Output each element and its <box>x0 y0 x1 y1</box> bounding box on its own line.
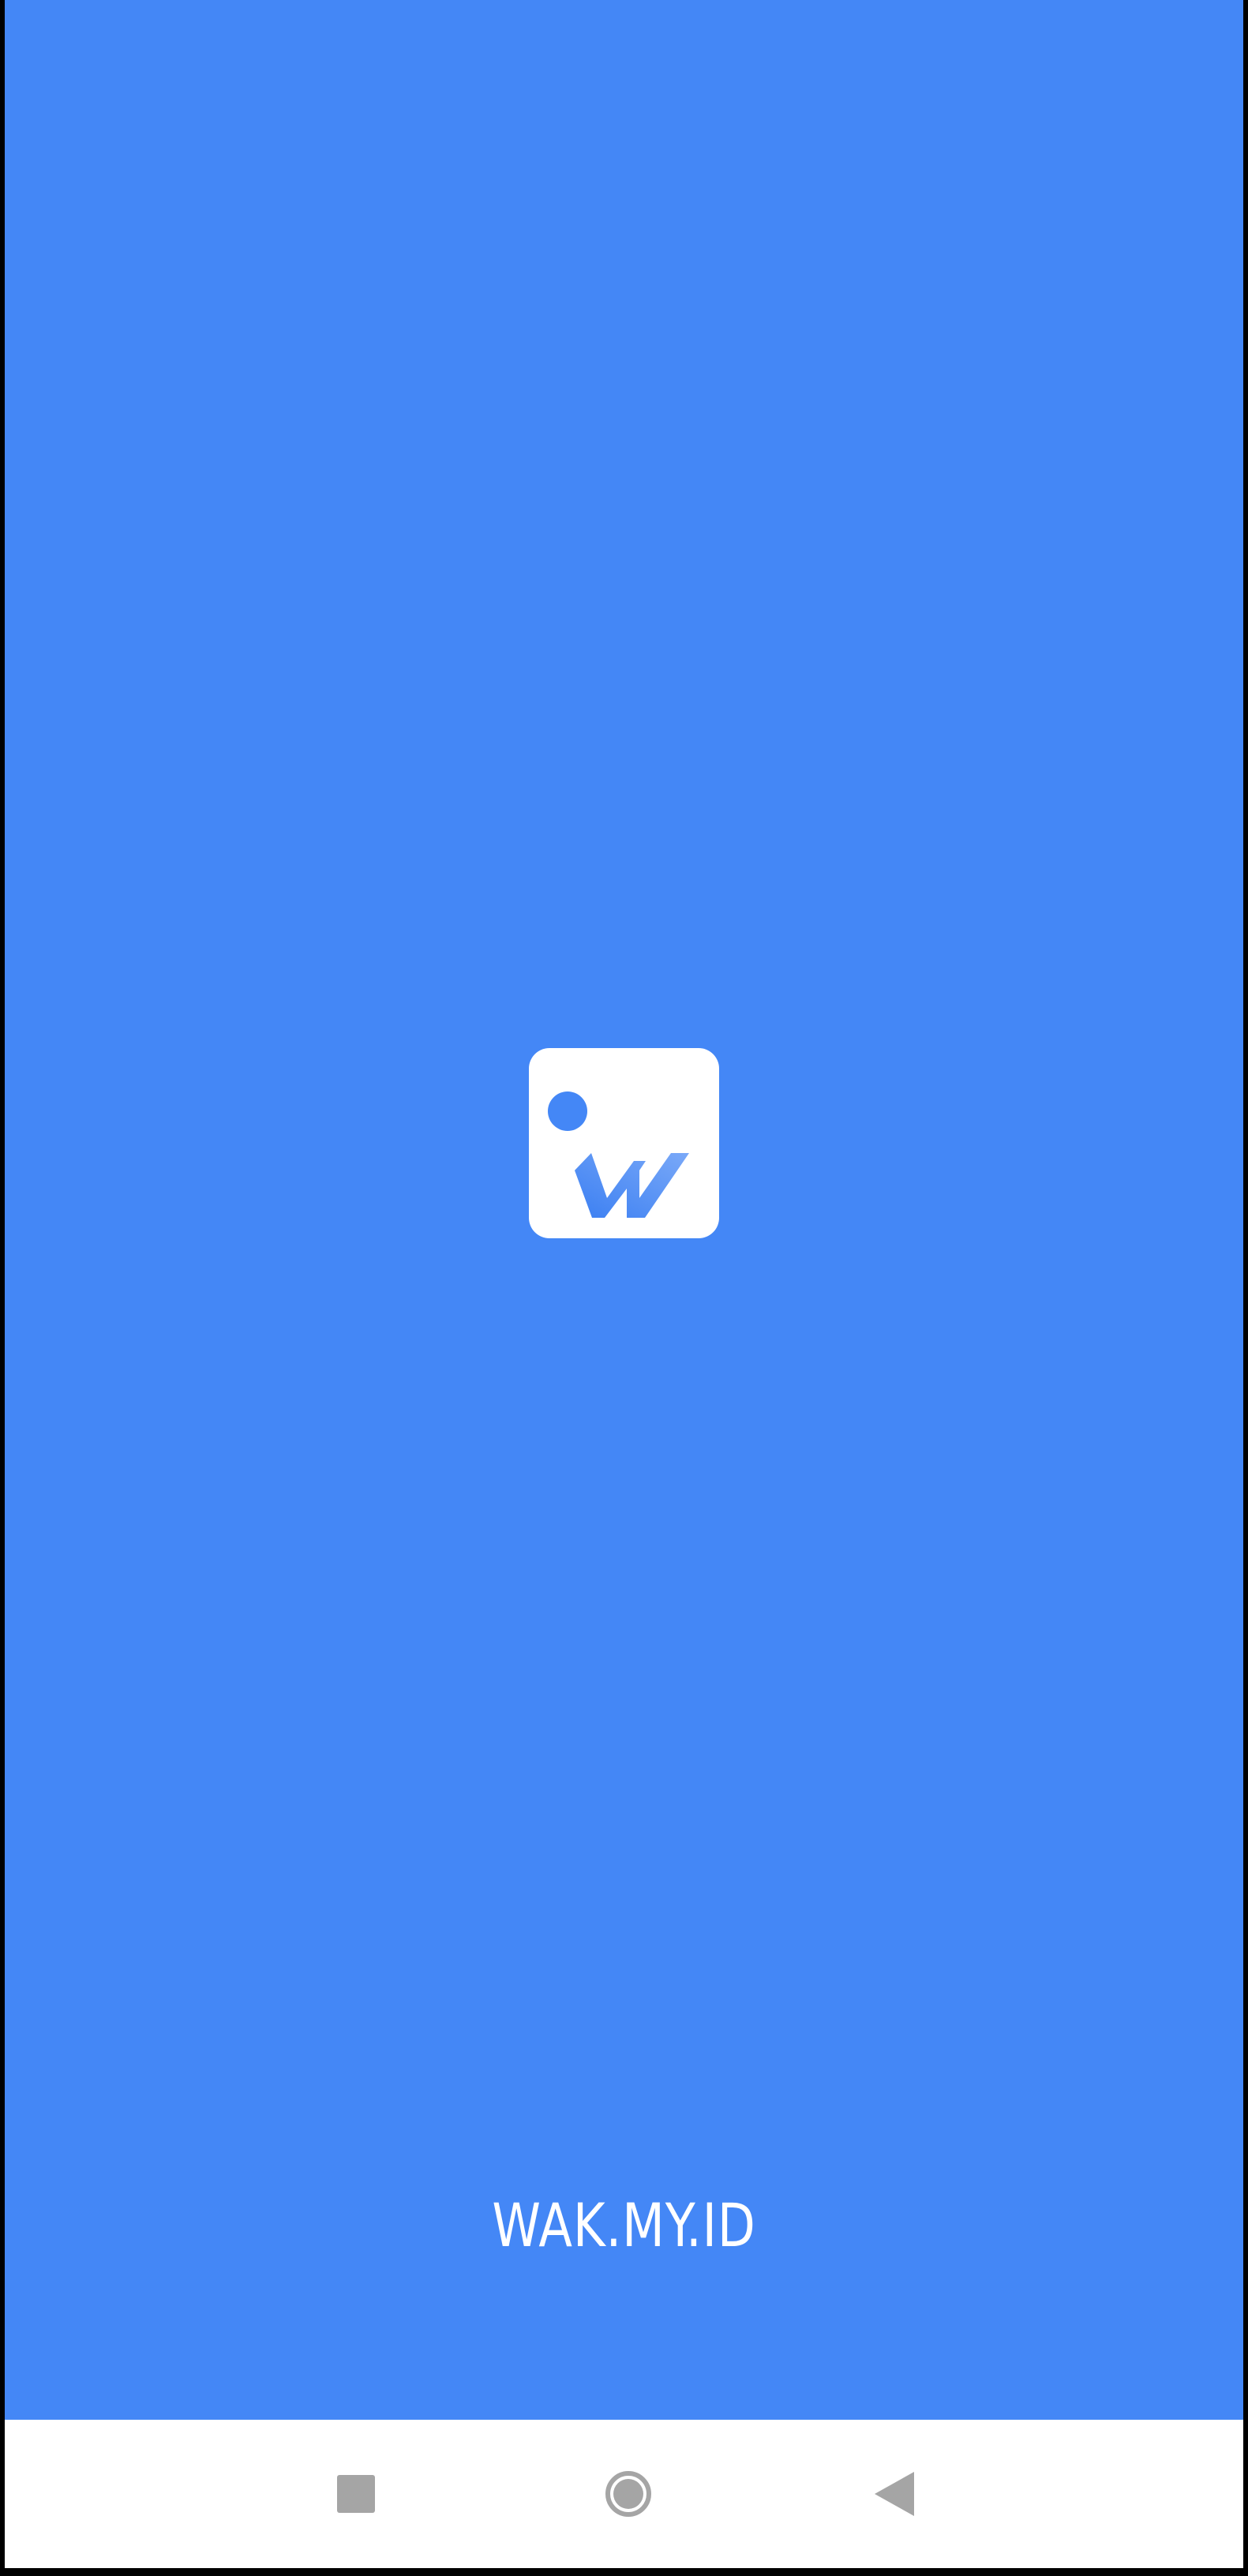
back-button[interactable] <box>831 2420 958 2568</box>
splash-screen: WAK.MY.ID <box>5 0 1243 2420</box>
triangle-back-icon <box>875 2472 914 2516</box>
brand-text: WAK.MY.ID <box>492 2190 756 2260</box>
app-logo <box>529 1048 719 1238</box>
circle-icon <box>605 2471 651 2517</box>
recent-apps-button[interactable] <box>293 2420 419 2568</box>
navigation-bar <box>5 2420 1243 2568</box>
home-button[interactable] <box>565 2420 691 2568</box>
phone-screen: WAK.MY.ID <box>5 0 1243 2568</box>
square-icon <box>337 2475 375 2513</box>
wak-logo-icon <box>548 1091 689 1218</box>
